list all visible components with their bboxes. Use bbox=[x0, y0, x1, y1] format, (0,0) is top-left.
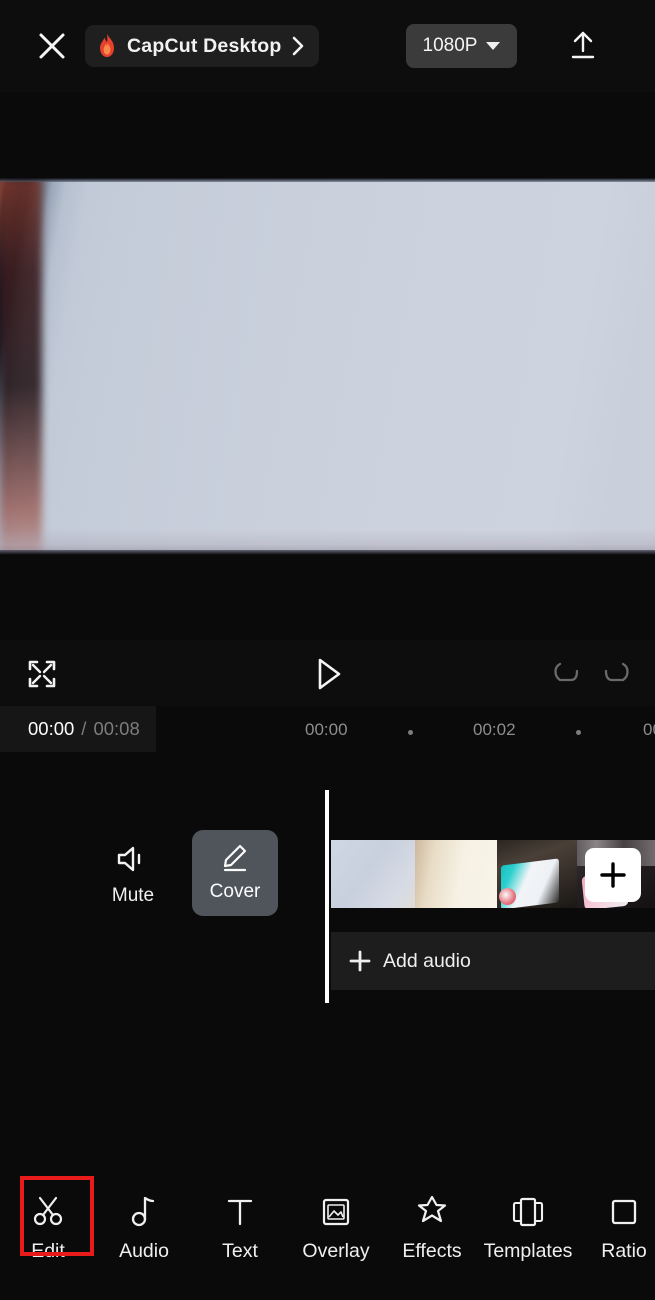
tool-edit[interactable]: Edit bbox=[0, 1178, 96, 1263]
sparkle-star-icon bbox=[415, 1190, 449, 1228]
resolution-label: 1080P bbox=[422, 35, 478, 56]
ruler-tick-label: 00:02 bbox=[473, 720, 516, 739]
plus-icon bbox=[600, 862, 626, 888]
bottom-toolbar: Edit Audio Text Overlay Effects Template… bbox=[0, 1164, 655, 1300]
tool-audio-label: Audio bbox=[119, 1240, 169, 1262]
redo-button[interactable] bbox=[596, 654, 638, 694]
video-still-image bbox=[0, 178, 655, 555]
pencil-icon bbox=[223, 844, 247, 872]
chevron-right-icon bbox=[293, 36, 304, 56]
time-indicator: 00:00 / 00:08 bbox=[0, 706, 156, 752]
current-time: 00:00 bbox=[28, 718, 75, 739]
tool-edit-label: Edit bbox=[31, 1240, 65, 1262]
tool-audio[interactable]: Audio bbox=[96, 1178, 192, 1263]
volume-icon bbox=[117, 846, 141, 872]
flame-icon bbox=[100, 34, 114, 57]
ruler-tick-label: 00 bbox=[643, 720, 655, 739]
resolution-selector[interactable]: 1080P bbox=[406, 24, 517, 68]
player-controls bbox=[0, 640, 655, 706]
clip-thumbnail bbox=[497, 840, 577, 908]
tool-ratio[interactable]: Ratio bbox=[576, 1178, 655, 1263]
layers-icon bbox=[511, 1190, 545, 1228]
timeline-area: Mute Cover Add audio bbox=[0, 752, 655, 1164]
timeline-ruler: 00:00 / 00:08 00:00 00:02 00 bbox=[0, 706, 655, 752]
video-top-edge bbox=[0, 178, 655, 182]
add-audio-label: Add audio bbox=[383, 949, 471, 972]
playhead-handle[interactable] bbox=[325, 790, 329, 1003]
video-frame bbox=[0, 178, 655, 555]
upload-icon bbox=[571, 31, 595, 59]
chevron-down-icon bbox=[486, 42, 501, 50]
tool-effects[interactable]: Effects bbox=[384, 1178, 480, 1263]
tool-overlay-label: Overlay bbox=[302, 1240, 370, 1262]
time-separator: / bbox=[81, 718, 87, 739]
cover-label: Cover bbox=[209, 881, 261, 902]
play-button[interactable] bbox=[305, 650, 353, 698]
play-icon bbox=[318, 658, 341, 690]
clip-thumbnail bbox=[331, 840, 415, 908]
tool-overlay[interactable]: Overlay bbox=[288, 1178, 384, 1263]
ruler-tick-dot bbox=[408, 730, 413, 735]
capcut-desktop-label: CapCut Desktop bbox=[127, 34, 282, 57]
video-preview-area[interactable] bbox=[0, 92, 655, 640]
plus-icon bbox=[349, 950, 371, 972]
mute-label: Mute bbox=[111, 885, 155, 906]
mute-button[interactable]: Mute bbox=[100, 844, 166, 907]
close-button[interactable] bbox=[30, 24, 74, 68]
video-bottom-edge bbox=[0, 550, 655, 555]
tool-effects-label: Effects bbox=[402, 1240, 462, 1262]
square-icon bbox=[608, 1190, 640, 1228]
cover-button[interactable]: Cover bbox=[192, 830, 278, 916]
capcut-desktop-promo-button[interactable]: CapCut Desktop bbox=[85, 25, 320, 67]
tool-templates[interactable]: Templates bbox=[480, 1178, 576, 1263]
music-note-icon bbox=[129, 1190, 159, 1228]
close-icon bbox=[39, 33, 65, 59]
add-audio-track[interactable]: Add audio bbox=[331, 932, 655, 990]
top-bar: CapCut Desktop 1080P bbox=[0, 0, 655, 92]
scissors-icon bbox=[31, 1190, 65, 1228]
clip-thumbnail bbox=[415, 840, 497, 908]
tool-text[interactable]: Text bbox=[192, 1178, 288, 1263]
image-frame-icon bbox=[320, 1190, 352, 1228]
add-clip-button[interactable] bbox=[585, 848, 641, 902]
fullscreen-button[interactable] bbox=[20, 652, 64, 696]
undo-button[interactable] bbox=[545, 654, 587, 694]
tool-list: Edit Audio Text Overlay Effects Template… bbox=[0, 1178, 655, 1263]
capcut-editor-screen: CapCut Desktop 1080P 00:00 / 00:08 00:00… bbox=[0, 0, 655, 1300]
tool-templates-label: Templates bbox=[483, 1240, 573, 1262]
redo-icon bbox=[604, 662, 629, 682]
ruler-tick-dot bbox=[576, 730, 581, 735]
ruler-tick-label: 00:00 bbox=[305, 720, 348, 739]
undo-icon bbox=[554, 662, 579, 682]
export-button[interactable] bbox=[560, 23, 606, 69]
tool-ratio-label: Ratio bbox=[601, 1240, 647, 1262]
fullscreen-icon bbox=[28, 660, 56, 688]
tool-text-label: Text bbox=[222, 1240, 258, 1262]
total-time: 00:08 bbox=[93, 718, 140, 739]
text-icon bbox=[224, 1190, 256, 1228]
